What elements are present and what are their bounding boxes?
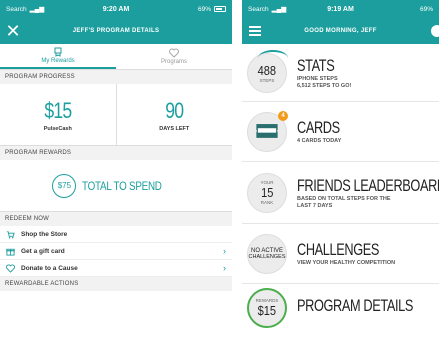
cards-badge: 4	[247, 110, 288, 152]
page-title: JEFF'S PROGRAM DETAILS	[72, 28, 160, 34]
tab-my-rewards[interactable]: My Rewards	[0, 44, 116, 69]
row-title: STATS	[297, 55, 335, 75]
days-left-stat: 90 DAYS LEFT	[115, 84, 233, 145]
days-left-label: DAYS LEFT	[159, 125, 190, 132]
rewards-text: TOTAL TO SPEND	[82, 178, 163, 193]
program-rewards: $75 TOTAL TO SPEND	[0, 160, 232, 212]
redeem-label: Donate to a Cause	[21, 264, 78, 272]
program-details-screen: Search ▂▄▆ 9:20 AM 69% ✕ JEFF'S PROGRAM …	[0, 0, 232, 351]
redeem-donate[interactable]: Donate to a Cause ›	[0, 260, 232, 277]
rewards-amount: $75	[52, 173, 77, 198]
status-bar: Search ▂▄▆ 9:20 AM 69%	[0, 0, 232, 18]
row-subtitle: IPHONE STEPS 6,512 STEPS TO GO!	[297, 75, 352, 89]
row-text: CHALLENGES VIEW YOUR HEALTHY COMPETITION	[297, 240, 439, 267]
section-heading: PROGRAM PROGRESS	[0, 70, 232, 84]
chevron-right-icon: ›	[223, 263, 226, 273]
pulsecash-stat: $15 PulseCash	[0, 84, 116, 145]
program-details-row[interactable]: REWARDS $15 PROGRAM DETAILS	[242, 284, 439, 328]
rank-badge: YOUR 15 RANK	[247, 172, 287, 213]
row-title: FRIENDS LEADERBOARD	[297, 175, 439, 195]
row-subtitle: VIEW YOUR HEALTHY COMPETITION	[297, 260, 396, 267]
pulsecash-label: PulseCash	[43, 125, 72, 132]
redeem-label: Shop the Store	[21, 230, 68, 238]
home-screen: Search ▂▄▆ 9:19 AM 69% GOOD MORNING, JEF…	[242, 0, 439, 351]
greeting-title: GOOD MORNING, JEFF	[304, 28, 377, 34]
badge-sub: RANK	[260, 200, 274, 205]
redeem-shop-store[interactable]: Shop the Store	[0, 226, 232, 243]
notification-badge: 4	[278, 110, 288, 121]
app-header: ✕ JEFF'S PROGRAM DETAILS	[0, 18, 232, 44]
row-title: CHALLENGES	[297, 240, 379, 260]
row-text: STATS IPHONE STEPS 6,512 STEPS TO GO!	[297, 56, 439, 90]
profile-icon[interactable]	[431, 25, 439, 37]
battery-icon	[214, 6, 226, 12]
row-title: PROGRAM DETAILS	[297, 296, 413, 315]
program-progress: $15 PulseCash 90 DAYS LEFT	[0, 84, 232, 146]
badge-number: $15	[257, 303, 277, 318]
menu-icon[interactable]	[242, 18, 268, 44]
section-heading: REDEEM NOW	[0, 212, 232, 226]
cart-icon	[6, 230, 15, 238]
cards-row[interactable]: 4 CARDS 4 CARDS TODAY	[242, 102, 439, 162]
status-bar: Search ▂▄▆ 9:19 AM 69%	[242, 0, 439, 18]
challenges-row[interactable]: NO ACTIVE CHALLENGES CHALLENGES VIEW YOU…	[242, 224, 439, 284]
badge-number: 488	[257, 62, 277, 78]
status-time: 9:19 AM	[327, 5, 354, 13]
badge-sub: STEPS	[259, 77, 275, 83]
tab-label: Programs	[160, 59, 187, 65]
badge-number: 15	[260, 185, 274, 200]
tab-bar: My Rewards Programs	[0, 44, 232, 70]
stats-row[interactable]: 488 STEPS STATS IPHONE STEPS 6,512 STEPS…	[242, 44, 439, 102]
rewards-badge: REWARDS $15	[247, 288, 287, 328]
close-icon[interactable]: ✕	[0, 18, 26, 44]
section-heading: PROGRAM REWARDS	[0, 146, 232, 160]
row-subtitle: 4 CARDS TODAY	[297, 138, 342, 145]
status-time: 9:20 AM	[102, 5, 130, 13]
row-text: FRIENDS LEADERBOARD BASED ON TOTAL STEPS…	[297, 176, 439, 210]
row-subtitle: BASED ON TOTAL STEPS FOR THE LAST 7 DAYS	[297, 195, 391, 209]
section-heading: REWARDABLE ACTIONS	[0, 277, 232, 291]
steps-badge: 488 STEPS	[247, 49, 288, 93]
leaderboard-row[interactable]: YOUR 15 RANK FRIENDS LEADERBOARD BASED O…	[242, 162, 439, 224]
app-header: GOOD MORNING, JEFF	[242, 18, 439, 44]
rewards-icon	[54, 47, 62, 57]
badge-sub: CHALLENGES	[248, 253, 286, 260]
tab-programs[interactable]: Programs	[116, 44, 232, 69]
row-text: PROGRAM DETAILS	[297, 288, 439, 316]
gift-icon	[6, 248, 15, 256]
challenges-badge: NO ACTIVE CHALLENGES	[247, 233, 287, 274]
row-text: CARDS 4 CARDS TODAY	[297, 118, 439, 145]
redeem-gift-card[interactable]: Get a gift card ›	[0, 243, 232, 260]
chevron-right-icon: ›	[223, 246, 226, 256]
heart-icon	[6, 263, 15, 273]
heart-pulse-icon	[169, 48, 179, 58]
days-left-value: 90	[165, 97, 184, 123]
pulsecash-value: $15	[44, 97, 72, 123]
cards-stack-icon	[256, 124, 278, 138]
tab-label: My Rewards	[41, 58, 75, 64]
row-title: CARDS	[297, 118, 340, 138]
redeem-label: Get a gift card	[21, 247, 65, 255]
